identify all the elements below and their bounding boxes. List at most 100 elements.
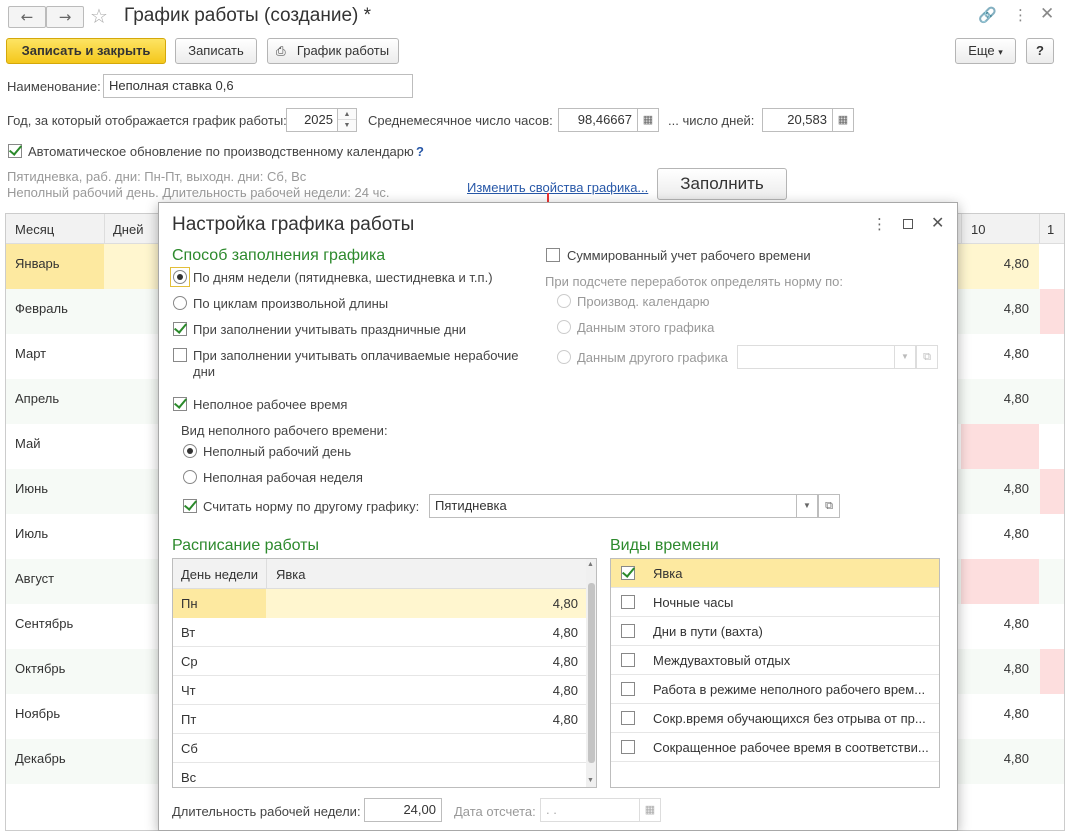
by-cycles-radio[interactable] [173, 296, 187, 310]
schedule-button[interactable]: ⎙ График работы [267, 38, 399, 64]
part-week-radio[interactable] [183, 470, 197, 484]
col-attend-header[interactable]: Явка [276, 567, 306, 582]
scroll-thumb[interactable] [588, 583, 595, 763]
open-icon[interactable]: ⧉ [916, 345, 938, 369]
holidays-checkbox[interactable] [173, 322, 187, 336]
schedule-row[interactable]: Пт 4,80 [173, 705, 586, 734]
time-type-row[interactable]: Явка [611, 559, 939, 588]
month-value: 4,80 [1003, 751, 1029, 766]
norm-other-checkbox[interactable] [183, 499, 197, 513]
by-weekdays-radio[interactable] [173, 270, 187, 284]
norm-opt1-radio[interactable] [557, 294, 571, 308]
time-type-row[interactable]: Междувахтовый отдых [611, 646, 939, 675]
help-button[interactable]: ? [1026, 38, 1054, 64]
schedule-table[interactable]: День недели Явка Пн 4,80 Вт 4,80 Ср 4,80 Чт 4,8… [172, 558, 597, 788]
schedule-row[interactable]: Чт 4,80 [173, 676, 586, 705]
norm-opt2-label: Данным этого графика [577, 320, 715, 335]
calculator-icon[interactable]: ▦ [637, 108, 659, 132]
avg-hours-input[interactable]: 98,46667 [558, 108, 638, 132]
norm-other-select[interactable]: Пятидневка [429, 494, 797, 518]
back-arrow-icon[interactable]: ← [8, 6, 46, 28]
star-icon[interactable]: ☆ [90, 4, 108, 28]
time-type-row[interactable]: Дни в пути (вахта) [611, 617, 939, 646]
chevron-down-icon[interactable]: ▼ [796, 494, 818, 518]
close-icon[interactable]: ✕ [931, 213, 944, 232]
month-name: Июль [15, 526, 49, 541]
part-time-checkbox[interactable] [173, 397, 187, 411]
part-day-radio[interactable] [183, 444, 197, 458]
time-type-checkbox[interactable] [621, 740, 635, 754]
maximize-icon[interactable] [903, 219, 913, 229]
time-type-checkbox[interactable] [621, 566, 635, 580]
days-input[interactable]: 20,583 [762, 108, 833, 132]
stepper-down-icon[interactable]: ▼ [338, 120, 356, 131]
week-len-input[interactable]: 24,00 [364, 798, 442, 822]
more-vertical-icon[interactable]: ⋮ [1013, 6, 1028, 24]
col-10-header[interactable]: 10 [971, 222, 985, 237]
schedule-day: Вт [181, 625, 196, 640]
stepper-up-icon[interactable]: ▲ [338, 109, 356, 120]
calculator-icon[interactable]: ▦ [832, 108, 854, 132]
norm-opt3-radio[interactable] [557, 350, 571, 364]
scroll-up-icon[interactable]: ▲ [587, 561, 594, 568]
schedule-scrollbar[interactable]: ▲ ▼ [586, 559, 596, 787]
month-name: Апрель [15, 391, 60, 406]
part-week-label: Неполная рабочая неделя [203, 470, 363, 485]
time-type-row[interactable]: Сокращенное рабочее время в соответстви.… [611, 733, 939, 762]
year-input[interactable]: 2025 [286, 108, 338, 132]
name-input[interactable]: Неполная ставка 0,6 [103, 74, 413, 98]
time-type-row[interactable]: Ночные часы [611, 588, 939, 617]
paid-nonworking-checkbox[interactable] [173, 348, 187, 362]
time-type-checkbox[interactable] [621, 624, 635, 638]
paid-nonworking-label-1: При заполнении учитывать оплачиваемые не… [193, 348, 519, 363]
scroll-down-icon[interactable]: ▼ [587, 777, 594, 784]
ref-date-input[interactable]: . . [540, 798, 640, 822]
other-schedule-select[interactable] [737, 345, 895, 369]
save-close-button[interactable]: Записать и закрыть [6, 38, 166, 64]
schedule-row[interactable]: Сб [173, 734, 586, 763]
forward-arrow-icon[interactable]: → [46, 6, 84, 28]
col-month-header[interactable]: Месяц [15, 222, 54, 237]
schedule-row[interactable]: Вт 4,80 [173, 618, 586, 647]
more-vertical-icon[interactable]: ⋮ [872, 215, 887, 233]
norm-opt2-radio[interactable] [557, 320, 571, 334]
month-value: 4,80 [1003, 526, 1029, 541]
month-value: 4,80 [1003, 481, 1029, 496]
link-icon[interactable]: 🔗 [978, 6, 997, 24]
summary-checkbox[interactable] [546, 248, 560, 262]
calendar-icon[interactable]: ▦ [639, 798, 661, 822]
fill-method-title: Способ заполнения графика [172, 247, 386, 264]
open-icon[interactable]: ⧉ [818, 494, 840, 518]
time-types-list[interactable]: Явка Ночные часы Дни в пути (вахта) Междува… [610, 558, 940, 788]
by-weekdays-label: По дням недели (пятидневка, шестидневка … [193, 270, 493, 285]
name-label: Наименование: [7, 79, 101, 94]
change-properties-link[interactable]: Изменить свойства графика... [467, 180, 648, 195]
col-days-header[interactable]: Дней [113, 222, 143, 237]
time-type-checkbox[interactable] [621, 653, 635, 667]
more-button[interactable]: Еще ▾ [955, 38, 1016, 64]
weekend-cell [1040, 649, 1064, 694]
week-len-label: Длительность рабочей недели: [172, 804, 361, 819]
time-type-checkbox[interactable] [621, 595, 635, 609]
close-icon[interactable]: ✕ [1040, 4, 1054, 24]
weekend-cell [1040, 469, 1064, 514]
ref-date-label: Дата отсчета: [454, 804, 536, 819]
norm-label: При подсчете переработок определять норм… [545, 274, 844, 289]
help-icon[interactable]: ? [416, 144, 424, 159]
schedule-row[interactable]: Пн 4,80 [173, 589, 586, 618]
chevron-down-icon[interactable]: ▼ [894, 345, 916, 369]
time-type-label: Сокр.время обучающихся без отрыва от пр.… [653, 711, 926, 726]
auto-update-checkbox[interactable] [8, 144, 22, 158]
col-day-header[interactable]: День недели [181, 567, 258, 582]
fill-button[interactable]: Заполнить [657, 168, 787, 200]
year-stepper[interactable]: ▲ ▼ [337, 108, 357, 132]
time-type-row[interactable]: Работа в режиме неполного рабочего врем.… [611, 675, 939, 704]
col-11-header[interactable]: 1 [1047, 222, 1054, 237]
schedule-row[interactable]: Ср 4,80 [173, 647, 586, 676]
schedule-row[interactable]: Вс [173, 763, 586, 787]
time-type-checkbox[interactable] [621, 682, 635, 696]
by-cycles-label: По циклам произвольной длины [193, 296, 389, 311]
time-type-checkbox[interactable] [621, 711, 635, 725]
save-button[interactable]: Записать [175, 38, 257, 64]
time-type-row[interactable]: Сокр.время обучающихся без отрыва от пр.… [611, 704, 939, 733]
